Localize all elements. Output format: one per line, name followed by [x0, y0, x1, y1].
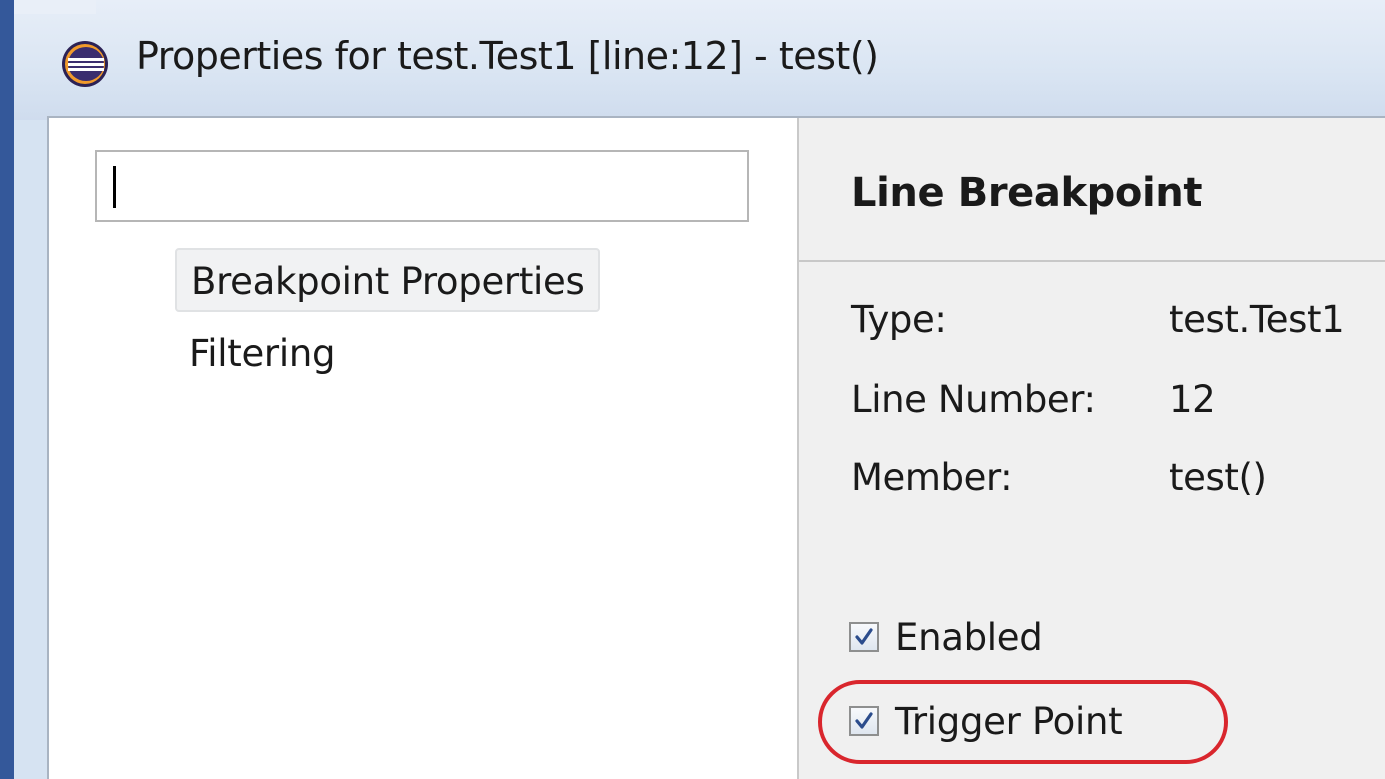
- enabled-checkbox[interactable]: [849, 622, 879, 652]
- tree-item-breakpoint-properties[interactable]: Breakpoint Properties: [175, 248, 601, 312]
- type-label: Type:: [851, 298, 947, 341]
- enabled-label: Enabled: [895, 615, 1043, 659]
- navigation-pane: Breakpoint Properties Filtering: [49, 118, 799, 779]
- trigger-point-checkbox-row[interactable]: Trigger Point: [849, 696, 1123, 746]
- tree-item-label: Breakpoint Properties: [191, 260, 585, 303]
- eclipse-icon: [62, 41, 108, 87]
- page-title: Line Breakpoint: [851, 170, 1203, 216]
- page-header: Line Breakpoint: [799, 118, 1385, 262]
- line-number-value: 12: [1169, 378, 1216, 421]
- filter-input[interactable]: [95, 150, 749, 222]
- type-value: test.Test1: [1169, 298, 1345, 341]
- property-page: Line Breakpoint Type: test.Test1 Line Nu…: [799, 118, 1385, 779]
- tree-item-label: Filtering: [189, 332, 336, 375]
- member-value: test(): [1169, 456, 1267, 499]
- tree-item-filtering[interactable]: Filtering: [175, 322, 349, 386]
- line-number-label: Line Number:: [851, 378, 1096, 421]
- title-bar-corner: [14, 0, 96, 14]
- trigger-point-label: Trigger Point: [895, 699, 1123, 743]
- desktop-background: [0, 0, 14, 779]
- checkmark-icon: [855, 628, 873, 645]
- dialog-content: Breakpoint Properties Filtering Line Bre…: [47, 116, 1385, 779]
- trigger-point-checkbox[interactable]: [849, 706, 879, 736]
- text-cursor: [113, 166, 116, 208]
- checkmark-icon: [855, 712, 873, 729]
- enabled-checkbox-row[interactable]: Enabled: [849, 612, 1043, 662]
- properties-dialog: Properties for test.Test1 [line:12] - te…: [14, 0, 1385, 779]
- member-label: Member:: [851, 456, 1013, 499]
- window-title: Properties for test.Test1 [line:12] - te…: [136, 34, 879, 78]
- title-bar[interactable]: Properties for test.Test1 [line:12] - te…: [14, 0, 1385, 120]
